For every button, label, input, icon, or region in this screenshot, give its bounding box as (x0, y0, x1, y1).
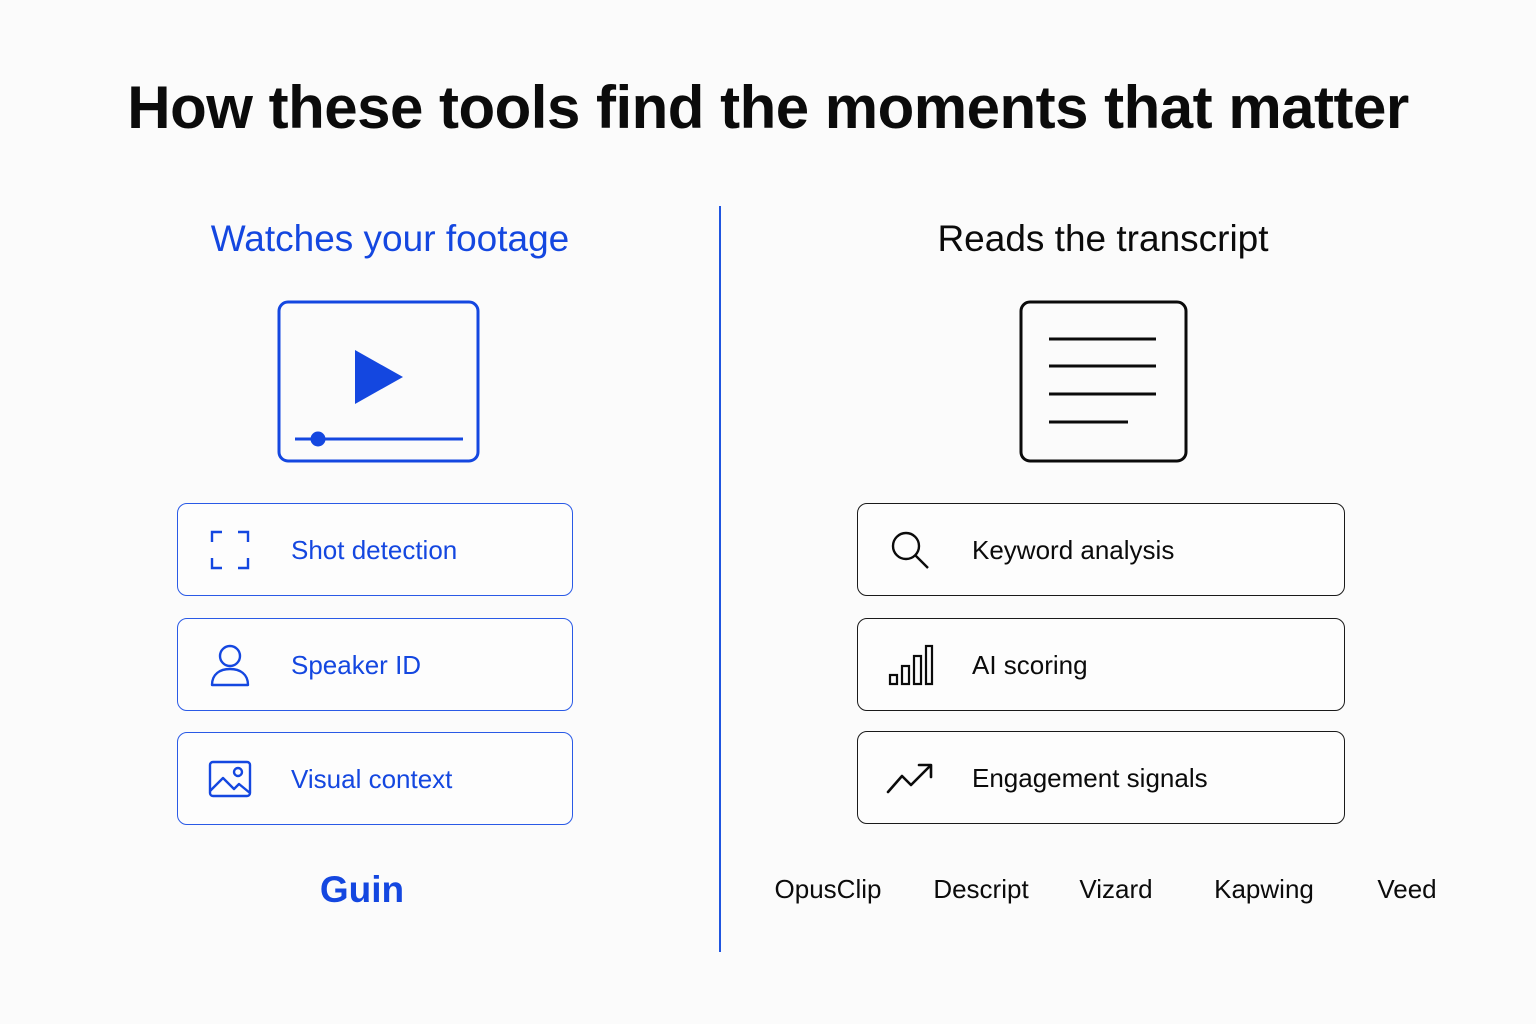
bar-chart-icon (886, 641, 934, 689)
feature-label: Engagement signals (972, 762, 1208, 793)
feature-card-shot-detection: Shot detection (177, 503, 573, 596)
trend-up-icon (886, 754, 934, 802)
right-column-heading: Reads the transcript (937, 218, 1269, 259)
page-title: How these tools find the moments that ma… (127, 74, 1409, 141)
feature-card-ai-scoring: AI scoring (857, 618, 1345, 711)
feature-card-keyword-analysis: Keyword analysis (857, 503, 1345, 596)
tool-name: Guin (319, 869, 405, 910)
feature-label: Speaker ID (291, 649, 422, 680)
video-player-icon (277, 300, 480, 463)
tool-name: Veed (1377, 874, 1437, 904)
column-divider (719, 206, 721, 952)
tool-name: Descript (933, 874, 1029, 904)
left-column-heading: Watches your footage (210, 218, 570, 259)
image-icon (206, 755, 254, 803)
tool-name: Kapwing (1214, 874, 1314, 904)
tool-name: Vizard (1079, 874, 1153, 904)
feature-card-engagement-signals: Engagement signals (857, 731, 1345, 824)
search-icon (886, 526, 934, 574)
frame-corners-icon (206, 526, 254, 574)
feature-label: Visual context (291, 763, 453, 794)
person-icon (206, 641, 254, 689)
feature-label: Shot detection (291, 534, 458, 565)
feature-label: AI scoring (972, 649, 1088, 680)
feature-label: Keyword analysis (972, 534, 1175, 565)
feature-card-visual-context: Visual context (177, 732, 573, 825)
tool-name: OpusClip (774, 874, 882, 904)
feature-card-speaker-id: Speaker ID (177, 618, 573, 711)
document-lines-icon (1019, 300, 1188, 463)
